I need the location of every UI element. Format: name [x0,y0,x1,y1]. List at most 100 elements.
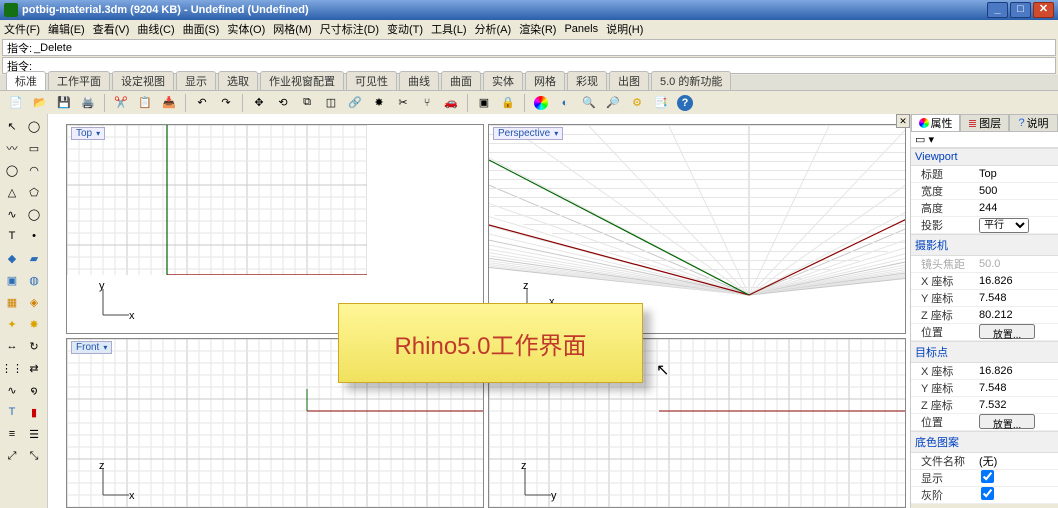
cylinder-icon[interactable]: ◍ [24,270,44,290]
menu-curve[interactable]: 曲线(C) [137,21,174,37]
group-icon[interactable]: ▣ [474,93,494,113]
trim-icon[interactable]: ✂ [393,93,413,113]
cam-z[interactable]: 80.212 [977,309,1058,321]
menu-render[interactable]: 渲染(R) [519,21,556,37]
move-icon[interactable]: ✥ [249,93,269,113]
new-icon[interactable]: 📄 [6,93,26,113]
point-icon[interactable]: • [24,226,44,246]
tgt-x[interactable]: 16.826 [977,365,1058,377]
polyline-icon[interactable]: 〰 [2,138,22,158]
ellipse-icon[interactable]: ◯ [24,204,44,224]
cam-y[interactable]: 7.548 [977,292,1058,304]
scale-icon[interactable]: ⤡ [24,446,44,466]
shade-icon[interactable]: ◐ [555,93,575,113]
loft-icon[interactable]: ▰ [24,248,44,268]
mesh-icon[interactable]: ▦ [2,292,22,312]
transform-icon[interactable]: ↔ [2,336,22,356]
menu-edit[interactable]: 编辑(E) [48,21,85,37]
save-icon[interactable]: 💾 [54,93,74,113]
tab-viewport-layout[interactable]: 作业视窗配置 [260,71,344,90]
lock-icon[interactable]: 🔒 [498,93,518,113]
menu-tools[interactable]: 工具(L) [431,21,466,37]
star-icon[interactable]: ✦ [2,314,22,334]
open-icon[interactable]: 📂 [30,93,50,113]
distribute-icon[interactable]: ☰ [24,424,44,444]
join-icon[interactable]: 🔗 [345,93,365,113]
wallpaper-file[interactable]: (无) [977,453,1058,469]
tab-mesh[interactable]: 网格 [525,71,565,90]
minimize-button[interactable]: _ [987,2,1008,18]
copy-icon[interactable]: 📋 [135,93,155,113]
arc-icon[interactable]: ◠ [24,160,44,180]
prop-height[interactable]: 244 [977,202,1058,214]
help-icon[interactable]: ? [675,93,695,113]
options-icon[interactable]: ⚙ [627,93,647,113]
menu-view[interactable]: 查看(V) [93,21,130,37]
extract-icon[interactable]: ◈ [24,292,44,312]
tab-solid[interactable]: 实体 [483,71,523,90]
menu-dimension[interactable]: 尺寸标注(D) [320,21,379,37]
tgt-z[interactable]: 7.532 [977,399,1058,411]
menu-solid[interactable]: 实体(O) [227,21,265,37]
split-icon[interactable]: ⑂ [417,93,437,113]
panel-tab-properties[interactable]: 属性 [911,114,960,132]
wallpaper-show-checkbox[interactable] [981,470,994,483]
panel-tab-layers[interactable]: ≣图层 [960,114,1009,132]
menu-help[interactable]: 说明(H) [606,21,643,37]
cut-icon[interactable]: ✂️ [111,93,131,113]
spark-icon[interactable]: ✸ [24,314,44,334]
close-button[interactable]: ✕ [1033,2,1054,18]
explode-icon[interactable]: ✸ [369,93,389,113]
menu-surface[interactable]: 曲面(S) [183,21,220,37]
tab-surface[interactable]: 曲面 [441,71,481,90]
tab-display[interactable]: 显示 [176,71,216,90]
car-icon[interactable]: 🚗 [441,93,461,113]
cam-x[interactable]: 16.826 [977,275,1058,287]
panel-tab-help[interactable]: ?说明 [1009,114,1058,132]
prop-title[interactable]: Top [977,168,1058,180]
menu-file[interactable]: 文件(F) [4,21,40,37]
pointer-icon[interactable]: ↖ [2,116,22,136]
tab-curve[interactable]: 曲线 [399,71,439,90]
dim-icon[interactable]: T [2,402,22,422]
menu-analyze[interactable]: 分析(A) [475,21,512,37]
menu-mesh[interactable]: 网格(M) [273,21,312,37]
mirror-icon[interactable]: ⇄ [24,358,44,378]
tab-standard[interactable]: 标准 [6,71,46,90]
viewport-perspective-label[interactable]: Perspective [493,127,563,140]
cam-place-button[interactable]: 放置... [979,324,1035,339]
bend-icon[interactable]: ⤢ [2,446,22,466]
properties-icon[interactable]: 📑 [651,93,671,113]
extrude-icon[interactable]: ◫ [321,93,341,113]
tab-drafting[interactable]: 出图 [609,71,649,90]
annot-icon[interactable]: ▮ [24,402,44,422]
triangle-icon[interactable]: △ [2,182,22,202]
lasso-icon[interactable]: ◯ [24,116,44,136]
panel-dropdown-icon[interactable]: ▭ ▾ [915,133,934,146]
render-icon[interactable] [531,93,551,113]
viewport-front-label[interactable]: Front [71,341,112,354]
copyobj-icon[interactable]: ⧉ [297,93,317,113]
box-icon[interactable]: ▣ [2,270,22,290]
spiral-icon[interactable]: ໑ [24,380,44,400]
tab-setview[interactable]: 设定视图 [112,71,174,90]
undo-icon[interactable]: ↶ [192,93,212,113]
viewport-top-label[interactable]: Top [71,127,105,140]
tgt-place-button[interactable]: 放置... [979,414,1035,429]
tab-new-v5[interactable]: 5.0 的新功能 [651,71,731,90]
prop-projection[interactable]: 平行 [977,218,1058,233]
redo-icon[interactable]: ↷ [216,93,236,113]
tab-select[interactable]: 选取 [218,71,258,90]
tab-cplane[interactable]: 工作平面 [48,71,110,90]
circle-icon[interactable]: ◯ [2,160,22,180]
twist-icon[interactable]: ↻ [24,336,44,356]
maximize-button[interactable]: □ [1010,2,1031,18]
wallpaper-gray-checkbox[interactable] [981,487,994,500]
tgt-y[interactable]: 7.548 [977,382,1058,394]
curve-icon[interactable]: ∿ [2,204,22,224]
rectangle-icon[interactable]: ▭ [24,138,44,158]
zoom-selected-icon[interactable]: 🔎 [603,93,623,113]
array-icon[interactable]: ⋮⋮ [2,358,22,378]
menu-transform[interactable]: 变动(T) [387,21,423,37]
paste-icon[interactable]: 📥 [159,93,179,113]
